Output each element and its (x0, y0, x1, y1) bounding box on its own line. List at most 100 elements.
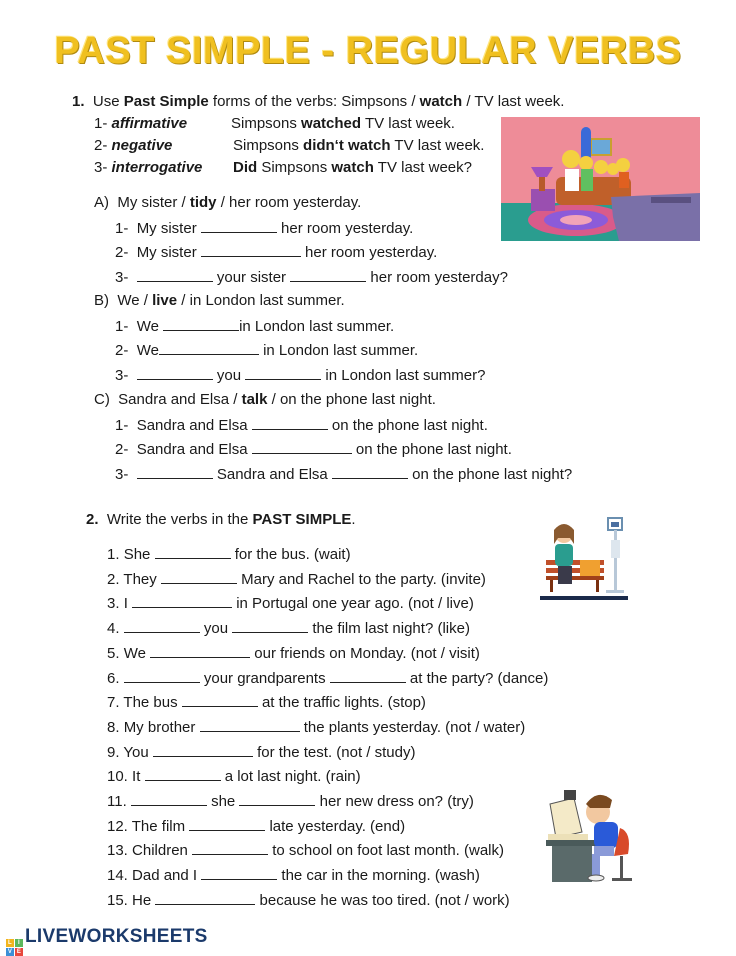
text: Did (233, 159, 258, 176)
text: We (136, 342, 159, 359)
answer-blank[interactable] (239, 791, 316, 806)
text: Write the verbs in the (106, 511, 253, 528)
text: a lot last night. (rain) (220, 768, 361, 786)
exercise-item: 5. We our friends on Monday. (not / visi… (107, 643, 480, 664)
item-number: 15. (107, 891, 128, 909)
section-number: 1. (72, 93, 85, 110)
verb: talk (241, 391, 268, 408)
answer-blank[interactable] (144, 766, 221, 782)
text: for the test. (not / study) (252, 743, 416, 761)
item-number: 9. (107, 743, 120, 761)
item-number: 14. (107, 867, 128, 885)
brand-text: LIVEWORKSHEETS (25, 926, 208, 947)
text: her room yesterday. (300, 244, 438, 261)
text: They (123, 570, 161, 588)
example-affirmative-sentence: Simpsons watched TV last week. (231, 114, 455, 134)
part-letter: C) (94, 391, 110, 408)
text: Simpsons (233, 137, 304, 154)
text: the car in the morning. (wash) (277, 867, 480, 885)
text: TV last week? (373, 159, 472, 176)
example-interrogative-sentence: Did Simpsons watch TV last week? (233, 158, 472, 178)
item-number: 5. (107, 644, 120, 662)
answer-blank[interactable] (136, 365, 213, 380)
answer-blank[interactable] (199, 717, 300, 732)
item-number: 1- (115, 317, 129, 335)
answer-blank[interactable] (181, 692, 258, 708)
exercise-item: 13. Children to school on foot last mont… (107, 840, 504, 861)
answer-blank[interactable] (136, 464, 213, 479)
answer-blank[interactable] (155, 890, 256, 905)
text: in London last summer? (321, 366, 486, 384)
text: watch (419, 93, 463, 110)
item-number: 7. (107, 694, 120, 712)
answer-blank[interactable] (160, 569, 237, 584)
answer-blank[interactable] (192, 840, 269, 856)
text: on the phone last night. (351, 441, 512, 458)
text: . (351, 511, 356, 528)
verb: live (152, 292, 178, 309)
text: My brother (123, 718, 200, 736)
answer-blank[interactable] (150, 643, 251, 658)
item-number: 1. (107, 546, 120, 563)
text: 1- (94, 115, 108, 132)
exercise-item: 3. I in Portugal one year ago. (not / li… (107, 593, 474, 614)
item-number: 2- (115, 441, 129, 458)
item-number: 4. (107, 620, 120, 638)
text: the plants yesterday. (not / water) (299, 718, 526, 736)
answer-blank[interactable] (123, 668, 200, 683)
answer-blank[interactable] (201, 865, 278, 881)
text: My sister (136, 244, 201, 261)
text: in Portugal one year ago. (not / live) (232, 595, 474, 613)
answer-blank[interactable] (331, 464, 408, 479)
text: We (123, 644, 151, 662)
text: / in London last summer. (177, 292, 345, 309)
answer-blank[interactable] (163, 316, 240, 331)
section1-instruction: 1. Use Past Simple forms of the verbs: S… (72, 92, 564, 112)
text: watch (331, 159, 374, 176)
answer-blank[interactable] (200, 242, 301, 257)
answer-blank[interactable] (189, 816, 266, 831)
text: My sister / (117, 194, 190, 211)
bus-stop-image (540, 516, 628, 604)
logo-tile: E (15, 948, 23, 956)
exercise-item: 2- Sandra and Elsa on the phone last nig… (115, 439, 512, 460)
text: Sandra and Elsa / (118, 391, 242, 408)
worksheet-title: PAST SIMPLE - REGULAR VERBS (54, 30, 682, 72)
item-number: 2- (115, 342, 129, 359)
answer-blank[interactable] (152, 742, 253, 757)
answer-blank[interactable] (251, 415, 328, 430)
example-negative: 2- negative (94, 136, 172, 156)
text: Simpsons (257, 159, 332, 176)
section2-instruction: 2. Write the verbs in the PAST SIMPLE. (86, 510, 356, 530)
item-number: 3- (115, 465, 129, 483)
example-interrogative: 3- interrogative (94, 158, 202, 178)
text: for the bus. (wait) (230, 546, 351, 563)
answer-blank[interactable] (123, 618, 200, 634)
text: Sandra and Elsa (212, 465, 332, 483)
answer-blank[interactable] (158, 340, 259, 355)
exercise-item: 10. It a lot last night. (rain) (107, 766, 361, 787)
text: PAST SIMPLE (252, 511, 352, 528)
answer-blank[interactable] (290, 267, 367, 282)
text: she (206, 793, 240, 810)
item-number: 3- (115, 268, 129, 286)
exercise-item: 2. They Mary and Rachel to the party. (i… (107, 569, 486, 590)
exercise-item: 1. She for the bus. (wait) (107, 544, 351, 565)
answer-blank[interactable] (154, 544, 231, 559)
simpsons-family-illustration (501, 127, 700, 241)
liveworksheets-logo-icon: LIVE (6, 939, 23, 956)
text: Use (92, 93, 124, 110)
answer-blank[interactable] (130, 791, 207, 806)
answer-blank[interactable] (245, 365, 322, 380)
text: You (123, 743, 153, 761)
answer-blank[interactable] (200, 218, 277, 233)
answer-blank[interactable] (329, 668, 406, 683)
answer-blank[interactable] (232, 618, 309, 634)
item-number: 2. (107, 570, 120, 588)
answer-blank[interactable] (136, 267, 213, 282)
boy-at-computer-image (540, 784, 640, 886)
text: Sandra and Elsa (136, 416, 252, 434)
answer-blank[interactable] (251, 439, 352, 454)
text: at the party? (dance) (405, 669, 549, 687)
answer-blank[interactable] (132, 593, 233, 609)
